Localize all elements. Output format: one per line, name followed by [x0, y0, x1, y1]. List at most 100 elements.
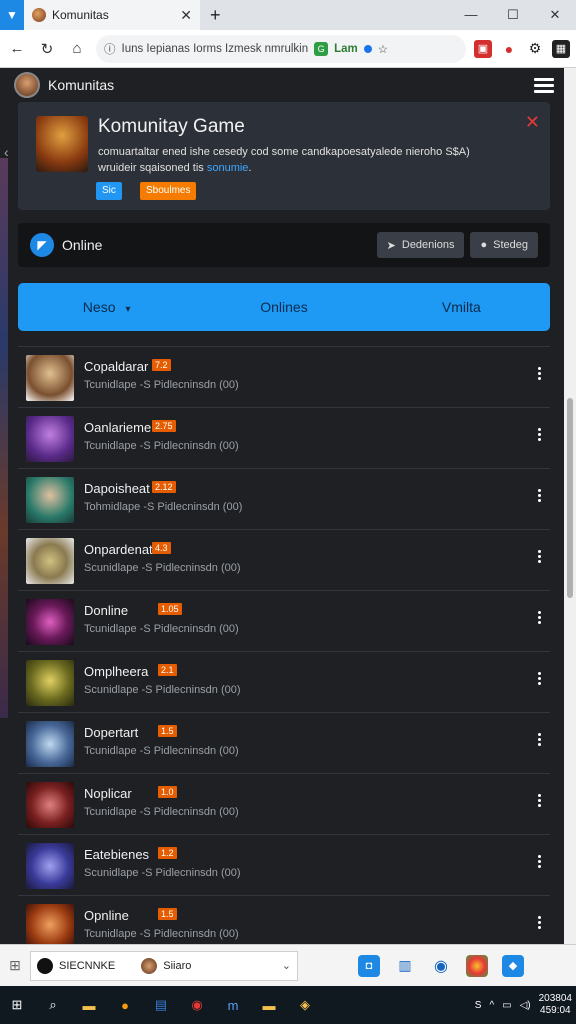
rating-badge: 2.1 [158, 664, 177, 676]
more-options-icon[interactable] [536, 550, 542, 563]
site-title: Komunitas [48, 77, 115, 93]
hamburger-menu-icon[interactable] [534, 77, 554, 93]
puzzle-icon[interactable]: ⚙ [526, 39, 544, 58]
tab-vmilta[interactable]: Vmilta [373, 299, 550, 315]
more-options-icon[interactable] [536, 489, 542, 502]
avatar[interactable] [14, 72, 40, 98]
search-text: SIECNNKE [59, 959, 116, 972]
stedeg-button[interactable]: ● Stedeg [470, 232, 538, 258]
app-icon-blue[interactable]: ◘ [358, 954, 380, 977]
clock-date: 459:04 [540, 1005, 571, 1016]
chrome-icon[interactable] [466, 954, 488, 977]
list-item[interactable]: Dopertart 1.5 Tcunidlape -S Pidlecninsdn… [18, 712, 550, 773]
more-options-icon[interactable] [536, 428, 542, 441]
windows-start-icon[interactable]: ⊞ [4, 992, 30, 1018]
tab-close-icon[interactable]: ✕ [180, 7, 192, 24]
item-name: Noplicar [84, 786, 132, 801]
rating-badge: 1.2 [158, 847, 177, 859]
chevron-left-icon[interactable]: ‹ [4, 144, 9, 160]
chat-icon: ◤ [30, 233, 54, 257]
rating-badge: 1.05 [158, 603, 182, 615]
tag-button-blue[interactable]: Sic [96, 182, 122, 200]
tab-onlines[interactable]: Onlines [195, 299, 372, 315]
bookmark-star-icon[interactable]: ☆ [378, 42, 388, 56]
record-icon: ● [480, 239, 488, 251]
more-options-icon[interactable] [536, 672, 542, 685]
chart-app-icon[interactable]: ▥ [394, 955, 416, 977]
list-item[interactable]: Opnline 1.5 Tcunidlape -S Pidlecninsdn (… [18, 895, 550, 944]
item-subtitle: Tcunidlape -S Pidlecninsdn (00) [84, 745, 239, 757]
menu-extension-icon[interactable]: ▦ [552, 39, 570, 58]
close-icon[interactable]: ✕ [525, 112, 540, 133]
explorer-icon[interactable]: ▬ [256, 992, 282, 1018]
search-input[interactable]: SIECNNKE Siiaro ⌄ [30, 950, 298, 981]
more-options-icon[interactable] [536, 367, 542, 380]
more-options-icon[interactable] [536, 855, 542, 868]
more-options-icon[interactable] [536, 794, 542, 807]
tabs-bar: Neso ▾ Onlines Vmilta [18, 283, 550, 331]
tab-neso[interactable]: Neso ▾ [18, 299, 195, 315]
document-icon[interactable]: ▤ [148, 992, 174, 1018]
reload-icon[interactable]: ↻ [36, 40, 58, 58]
list-item[interactable]: Dapoisheat 2.12 Tohmidlape -S Pidlecnins… [18, 468, 550, 529]
new-tab-button[interactable]: + [210, 5, 221, 26]
volume-icon[interactable]: ◁) [520, 1000, 531, 1011]
feature-desc-line1: comuartaltar ened ishe cesedy cod some c… [98, 146, 470, 158]
chrome-taskbar-icon[interactable]: ◉ [184, 992, 210, 1018]
item-subtitle: Tohmidlape -S Pidlecninsdn (00) [84, 501, 243, 513]
home-icon[interactable]: ⌂ [66, 40, 88, 57]
game-thumbnail [26, 843, 74, 889]
page-scrollbar[interactable] [564, 68, 576, 944]
tag-button-orange[interactable]: Sboulmes [140, 182, 197, 200]
more-options-icon[interactable] [536, 916, 542, 929]
clock[interactable]: 203804 459:04 [539, 993, 572, 1017]
maximize-button[interactable]: ☐ [492, 7, 534, 23]
tab-neso-label: Neso [82, 299, 116, 315]
stedeg-label: Stedeg [493, 239, 528, 251]
game-thumbnail [26, 538, 74, 584]
tab-back-icon[interactable]: ▼ [0, 0, 24, 30]
rating-badge: 1.5 [158, 908, 177, 920]
rating-badge: 4.3 [152, 542, 171, 554]
clock-app-icon[interactable]: ◉ [430, 955, 452, 977]
list-item[interactable]: Noplicar 1.0 Tcunidlape -S Pidlecninsdn … [18, 773, 550, 834]
dedenions-button[interactable]: ➤ Dedenions [376, 232, 465, 258]
list-item[interactable]: Copaldarar 7.2 Tcunidlape -S Pidlecninsd… [18, 346, 550, 407]
misc-app-icon[interactable]: ◈ [292, 992, 318, 1018]
item-subtitle: Scunidlape -S Pidlecninsdn (00) [84, 867, 241, 879]
windows-taskbar: ⊞ ⌕ ▬ ● ▤ ◉ m ▬ ◈ S ^ ▭ ◁) 203804 459:04 [0, 986, 576, 1024]
user-avatar [141, 957, 158, 974]
grammar-icon[interactable]: G [314, 41, 329, 56]
item-subtitle: Tcunidlape -S Pidlecninsdn (00) [84, 440, 239, 452]
search-icon[interactable]: ⌕ [40, 992, 66, 1018]
folder-icon[interactable]: ▬ [76, 992, 102, 1018]
list-item[interactable]: Oanlarieme 2.75 Tcunidlape -S Pidlecnins… [18, 407, 550, 468]
scrollbar-thumb[interactable] [567, 398, 573, 598]
browser-tab[interactable]: Komunitas ✕ [24, 0, 200, 30]
list-item[interactable]: Omplheera 2.1 Scunidlape -S Pidlecninsdn… [18, 651, 550, 712]
chevron-up-icon[interactable]: ^ [489, 1000, 494, 1011]
status-dot-icon [363, 44, 372, 53]
list-item[interactable]: Eatebienes 1.2 Scunidlape -S Pidlecninsd… [18, 834, 550, 895]
item-name: Opnline [84, 908, 129, 923]
rating-badge: 2.75 [152, 420, 176, 432]
address-bar[interactable]: ⓘ Iuns Iepianas Iorms Izmesk nmrulkin G … [96, 34, 466, 63]
feature-description: comuartaltar ened ishe cesedy cod some c… [98, 144, 518, 176]
more-options-icon[interactable] [536, 733, 542, 746]
grid-icon[interactable]: ⊞ [0, 957, 30, 974]
close-window-button[interactable]: ✕ [534, 7, 576, 23]
app-orange-icon[interactable]: ● [112, 992, 138, 1018]
store-icon[interactable]: ◆ [502, 954, 524, 977]
feature-link[interactable]: sonumie [207, 162, 249, 174]
more-options-icon[interactable] [536, 611, 542, 624]
chevron-down-icon[interactable]: ⌄ [282, 959, 291, 972]
minimize-button[interactable]: — [450, 7, 492, 23]
app-m-icon[interactable]: m [220, 992, 246, 1018]
extension-icon[interactable]: ▣ [474, 39, 492, 58]
list-item[interactable]: Onpardenat 4.3 Scunidlape -S Pidlecninsd… [18, 529, 550, 590]
list-item[interactable]: Donline 1.05 Tcunidlape -S Pidlecninsdn … [18, 590, 550, 651]
back-arrow-icon[interactable]: ← [6, 40, 28, 57]
site-info-icon[interactable]: ⓘ [104, 41, 116, 57]
network-icon[interactable]: ▭ [502, 1000, 511, 1011]
location-pin-icon[interactable]: ● [500, 39, 518, 58]
